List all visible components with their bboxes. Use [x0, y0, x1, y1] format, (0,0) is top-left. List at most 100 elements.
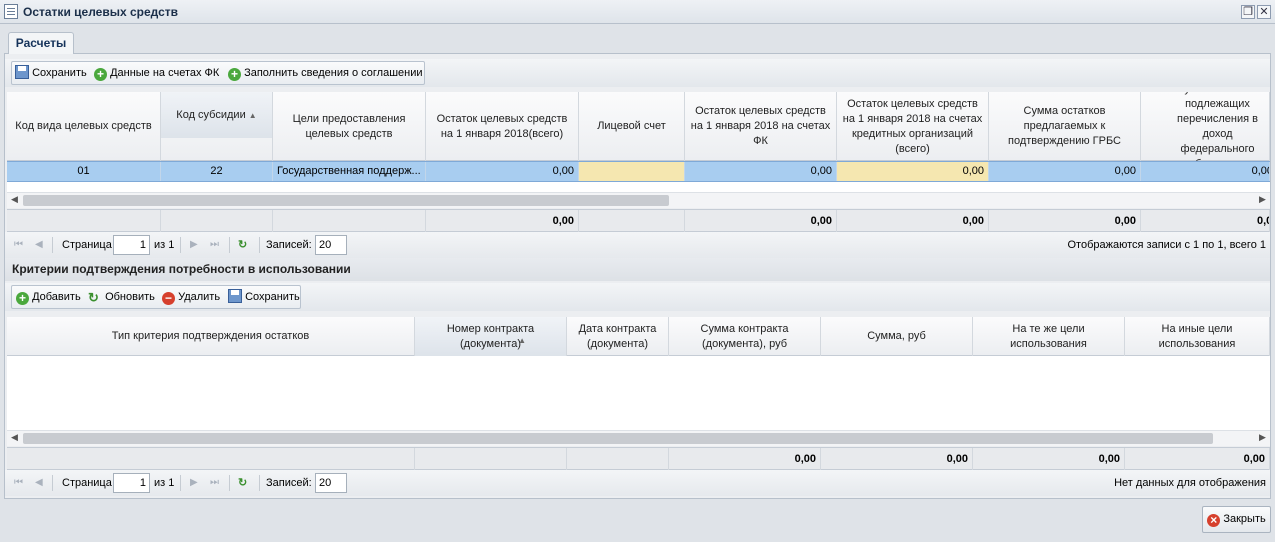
grid1-header: Код вида целевых средств Код субсидии ▲ … [7, 92, 1270, 161]
col-budget[interactable]: Сумма остатков подлежащих перечисления в… [1141, 92, 1270, 161]
first-page-icon[interactable]: ⏮ [14, 232, 23, 258]
save-icon [228, 289, 242, 303]
grid1-body [7, 182, 1270, 192]
col-criteria-type[interactable]: Тип критерия подтверждения остатков [7, 317, 415, 356]
tab-raschety[interactable]: Расчеты [8, 32, 74, 55]
close-button[interactable]: × Закрыть [1202, 506, 1271, 533]
refresh-button[interactable]: ↻ Обновить [88, 286, 155, 308]
total-fk: 0,00 [685, 210, 837, 232]
cell-credit[interactable]: 0,00 [837, 162, 989, 181]
window-title: Остатки целевых средств [23, 5, 179, 19]
records-info: Отображаются записи с 1 по 1, всего 1 [1067, 239, 1267, 251]
scroll-left-icon[interactable]: ◀ [11, 432, 18, 443]
section-criteria-title: Критерии подтверждения потребности в исп… [5, 258, 1270, 281]
col-code-subsidy[interactable]: Код субсидии ▲ [161, 92, 273, 138]
fill-agreement-button[interactable]: + Заполнить сведения о соглашении [228, 62, 423, 84]
col-contract-number[interactable]: Номер контракта (документа) ▲ [415, 317, 567, 356]
prev-page-icon[interactable]: ◀ [35, 232, 43, 258]
fk-data-button[interactable]: + Данные на счетах ФК [94, 62, 219, 84]
col-sum-rub[interactable]: Сумма, руб [821, 317, 973, 356]
total-grbs: 0,00 [989, 210, 1141, 232]
col-total[interactable]: Остаток целевых средств на 1 января 2018… [426, 92, 579, 161]
total-contract-sum: 0,00 [669, 448, 821, 470]
total-budget: 0,00 [1141, 210, 1270, 232]
col-fk[interactable]: Остаток целевых средств на 1 января 2018… [685, 92, 837, 161]
first-page-icon[interactable]: ⏮ [14, 470, 23, 496]
col-same-goals[interactable]: На те же цели использования [973, 317, 1125, 356]
records-label: Записей: [266, 477, 312, 489]
records-input[interactable]: 20 [315, 235, 347, 255]
toolbar-top: Сохранить + Данные на счетах ФК + Заполн… [5, 59, 1270, 87]
page-input[interactable]: 1 [113, 473, 150, 493]
document-icon [4, 4, 18, 19]
cell-account[interactable] [579, 162, 685, 181]
save-button-2[interactable]: Сохранить [228, 286, 300, 308]
close-circle-icon: × [1207, 514, 1221, 527]
scroll-right-icon[interactable]: ▶ [1259, 432, 1266, 443]
save-button[interactable]: Сохранить [15, 62, 87, 84]
scroll-right-icon[interactable]: ▶ [1259, 194, 1266, 205]
cell-fk: 0,00 [685, 162, 837, 181]
col-contract-sum[interactable]: Сумма контракта (документа), руб [669, 317, 821, 356]
col-account[interactable]: Лицевой счет [579, 92, 685, 161]
grid1-hscrollbar[interactable]: ◀ ▶ [7, 192, 1270, 208]
col-goal[interactable]: Цели предоставления целевых средств [273, 92, 426, 161]
toolbar-group: Сохранить + Данные на счетах ФК + Заполн… [11, 61, 425, 85]
col-contract-date[interactable]: Дата контракта (документа) [567, 317, 669, 356]
delete-button[interactable]: − Удалить [162, 286, 220, 308]
plus-icon: + [16, 292, 29, 305]
sort-asc-icon: ▲ [248, 110, 257, 120]
refresh-icon[interactable]: ↻ [238, 238, 252, 252]
plus-icon: + [94, 68, 107, 81]
records-input[interactable]: 20 [315, 473, 347, 493]
cell-total: 0,00 [426, 162, 579, 181]
main-panel: Сохранить + Данные на счетах ФК + Заполн… [4, 54, 1271, 499]
col-credit[interactable]: Остаток целевых средств на 1 января 2018… [837, 92, 989, 161]
refresh-icon[interactable]: ↻ [238, 476, 252, 490]
pager-1: ⏮ ◀ Страница 1 из 1 ▶ ⏭ ↻ Записей: 20 От… [5, 232, 1270, 258]
last-page-icon[interactable]: ⏭ [210, 232, 219, 258]
cell-code-type: 01 [7, 162, 161, 181]
tab-strip: Расчеты [4, 26, 1271, 55]
total-sum: 0,00 [426, 210, 579, 232]
col-other-goals[interactable]: На иные цели использования [1125, 317, 1270, 356]
cell-budget: 0,00 [1141, 162, 1270, 181]
col-grbs[interactable]: Сумма остатков предлагаемых к подтвержде… [989, 92, 1141, 161]
close-icon[interactable]: ✕ [1257, 5, 1271, 19]
grid2-hscrollbar[interactable]: ◀ ▶ [7, 430, 1270, 446]
records-label: Записей: [266, 239, 312, 251]
total-sum-rub: 0,00 [821, 448, 973, 470]
window-footer: × Закрыть [0, 500, 1275, 542]
cell-goal: Государственная поддерж... [273, 162, 426, 181]
page-label: Страница [62, 477, 112, 489]
scroll-thumb[interactable] [23, 195, 669, 206]
grid2-totals-row: 0,00 0,00 0,00 0,00 [7, 447, 1270, 470]
total-other-goals: 0,00 [1125, 448, 1270, 470]
pager-2: ⏮ ◀ Страница 1 из 1 ▶ ⏭ ↻ Записей: 20 Не… [5, 470, 1270, 496]
add-button[interactable]: + Добавить [16, 286, 81, 308]
delete-icon: − [162, 292, 175, 305]
restore-icon[interactable]: ❐ [1241, 5, 1255, 19]
cell-code-subsidy: 22 [161, 162, 273, 181]
grid2-header: Тип критерия подтверждения остатков Номе… [7, 317, 1270, 356]
total-credit: 0,00 [837, 210, 989, 232]
scroll-thumb[interactable] [23, 433, 1213, 444]
page-of: из 1 [154, 239, 175, 251]
grid1-totals-row: 0,00 0,00 0,00 0,00 0,00 [7, 209, 1270, 232]
scroll-left-icon[interactable]: ◀ [11, 194, 18, 205]
col-code-subsidy-filter [161, 138, 273, 161]
records-info: Нет данных для отображения [1114, 477, 1266, 489]
col-code-type[interactable]: Код вида целевых средств [7, 92, 161, 161]
last-page-icon[interactable]: ⏭ [210, 470, 219, 496]
table-row[interactable]: 01 22 Государственная поддерж... 0,00 0,… [7, 161, 1270, 182]
prev-page-icon[interactable]: ◀ [35, 470, 43, 496]
page-input[interactable]: 1 [113, 235, 150, 255]
next-page-icon[interactable]: ▶ [190, 470, 198, 496]
grid2-body [7, 356, 1270, 431]
next-page-icon[interactable]: ▶ [190, 232, 198, 258]
refresh-icon: ↻ [88, 290, 99, 305]
toolbar-criteria: + Добавить ↻ Обновить − Удалить Сохранит… [5, 283, 1270, 311]
total-same-goals: 0,00 [973, 448, 1125, 470]
sort-asc-icon: ▲ [518, 336, 526, 345]
toolbar-group: + Добавить ↻ Обновить − Удалить Сохранит… [11, 285, 301, 309]
